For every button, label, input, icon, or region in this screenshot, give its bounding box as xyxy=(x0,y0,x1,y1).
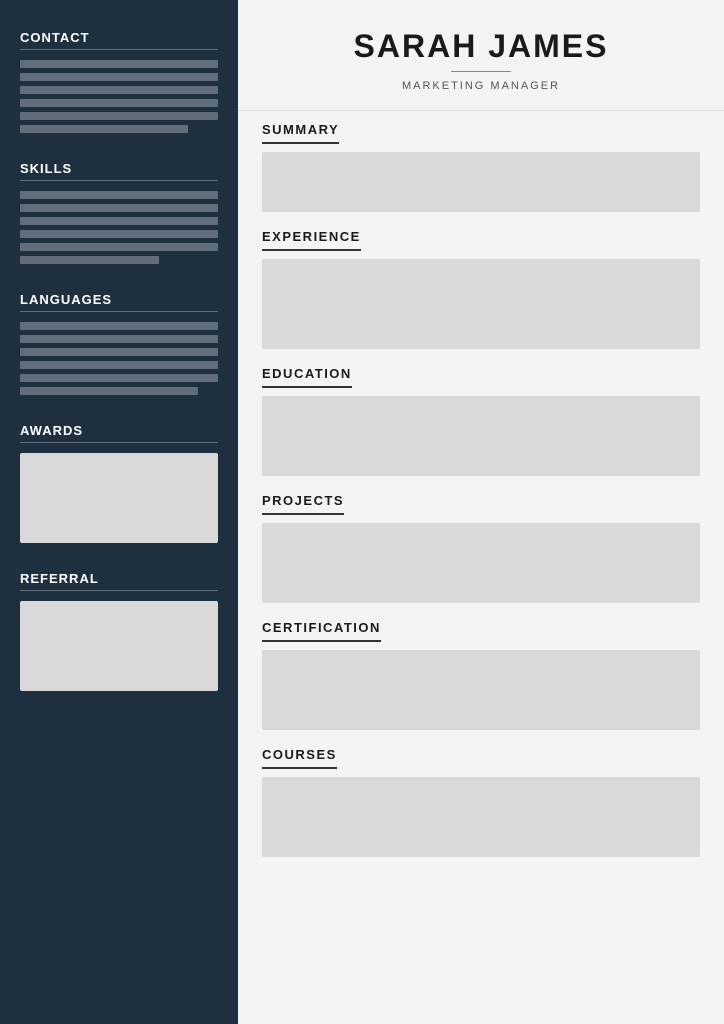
main-content: SARAH JAMES MARKETING MANAGER SUMMARY EX… xyxy=(238,0,724,1024)
certification-section: CERTIFICATION xyxy=(262,619,700,730)
candidate-title: MARKETING MANAGER xyxy=(268,80,694,92)
projects-title: PROJECTS xyxy=(262,493,344,515)
skills-lines xyxy=(20,191,218,264)
projects-content-box xyxy=(262,523,700,603)
contact-lines xyxy=(20,60,218,133)
awards-content-box xyxy=(20,453,218,543)
certification-title: CERTIFICATION xyxy=(262,620,381,642)
skills-label: SKILLS xyxy=(20,161,218,181)
skills-line-5 xyxy=(20,243,218,251)
skills-line-4 xyxy=(20,230,218,238)
summary-title: SUMMARY xyxy=(262,122,339,144)
summary-content-box xyxy=(262,152,700,212)
education-title: EDUCATION xyxy=(262,366,352,388)
referral-content-box xyxy=(20,601,218,691)
education-section: EDUCATION xyxy=(262,365,700,476)
skills-line-3 xyxy=(20,217,218,225)
candidate-name: SARAH JAMES xyxy=(268,28,694,65)
languages-line-6 xyxy=(20,387,198,395)
summary-section: SUMMARY xyxy=(262,121,700,212)
languages-line-4 xyxy=(20,361,218,369)
certification-content-box xyxy=(262,650,700,730)
experience-title: EXPERIENCE xyxy=(262,229,361,251)
sidebar-skills-section: SKILLS xyxy=(20,161,218,264)
contact-line-3 xyxy=(20,86,218,94)
skills-line-2 xyxy=(20,204,218,212)
experience-content-box xyxy=(262,259,700,349)
contact-line-2 xyxy=(20,73,218,81)
languages-lines xyxy=(20,322,218,395)
languages-label: LANGUAGES xyxy=(20,292,218,312)
header-divider xyxy=(451,71,511,72)
projects-section: PROJECTS xyxy=(262,492,700,603)
sidebar: CONTACT SKILLS LANGU xyxy=(0,0,238,1024)
skills-line-6 xyxy=(20,256,159,264)
contact-line-5 xyxy=(20,112,218,120)
sidebar-awards-section: AWARDS xyxy=(20,423,218,543)
sidebar-referral-section: REFERRAL xyxy=(20,571,218,691)
resume-header: SARAH JAMES MARKETING MANAGER xyxy=(238,0,724,111)
languages-line-2 xyxy=(20,335,218,343)
sidebar-contact-section: CONTACT xyxy=(20,30,218,133)
contact-line-4 xyxy=(20,99,218,107)
courses-section: COURSES xyxy=(262,746,700,857)
languages-line-5 xyxy=(20,374,218,382)
resume-container: CONTACT SKILLS LANGU xyxy=(0,0,724,1024)
skills-line-1 xyxy=(20,191,218,199)
sections-wrapper: SUMMARY EXPERIENCE EDUCATION PROJECTS CE… xyxy=(238,111,724,893)
courses-title: COURSES xyxy=(262,747,337,769)
contact-line-6 xyxy=(20,125,188,133)
languages-line-3 xyxy=(20,348,218,356)
sidebar-languages-section: LANGUAGES xyxy=(20,292,218,395)
contact-line-1 xyxy=(20,60,218,68)
languages-line-1 xyxy=(20,322,218,330)
referral-label: REFERRAL xyxy=(20,571,218,591)
contact-label: CONTACT xyxy=(20,30,218,50)
experience-section: EXPERIENCE xyxy=(262,228,700,349)
awards-label: AWARDS xyxy=(20,423,218,443)
courses-content-box xyxy=(262,777,700,857)
education-content-box xyxy=(262,396,700,476)
